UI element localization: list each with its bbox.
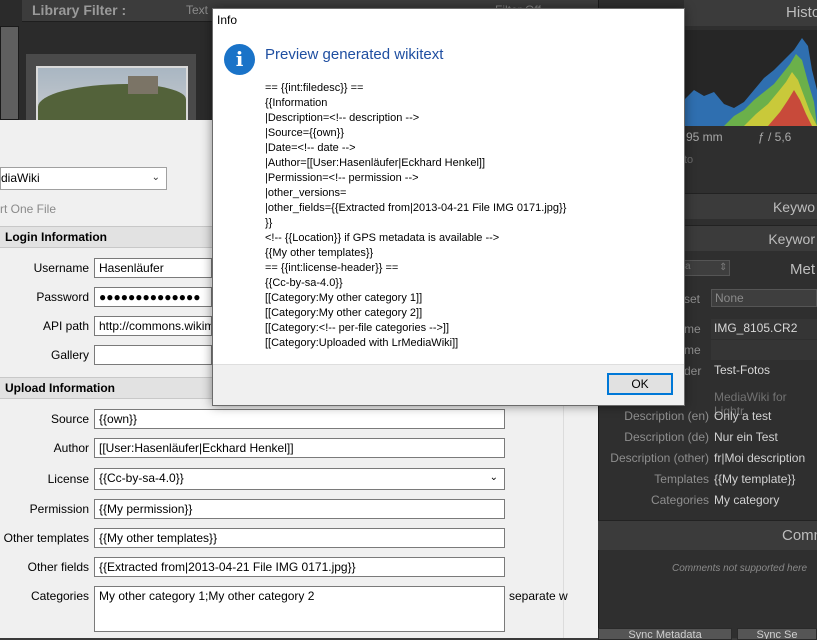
categories-field[interactable]: My other category 1;My other category 2	[94, 586, 505, 632]
description-de-label: Description (de)	[624, 430, 709, 444]
other-templates-field[interactable]: {{My other templates}}	[94, 528, 505, 548]
library-filter-title: Library Filter :	[32, 2, 127, 18]
copy-name-field[interactable]	[711, 340, 817, 360]
description-en-row[interactable]: Description (en) Only a test	[598, 407, 817, 427]
templates-value[interactable]: {{My template}}	[714, 472, 795, 486]
gallery-field[interactable]	[94, 345, 212, 365]
filename-field[interactable]: IMG_8105.CR2	[711, 319, 817, 339]
permission-label: Permission	[29, 502, 89, 516]
thumbnail-image[interactable]	[36, 66, 188, 124]
wikitext-preview: == {{int:filedesc}} == {{Information |De…	[265, 82, 567, 349]
focal-length-readout: 95 mm	[686, 130, 723, 144]
comments-note: Comments not supported here	[672, 563, 808, 574]
sync-settings-button[interactable]: Sync Se	[737, 628, 817, 640]
gallery-label: Gallery	[50, 348, 89, 362]
metadata-set-dropdown-value: a	[685, 261, 691, 272]
chevron-down-icon: ⌄	[489, 472, 498, 483]
password-field[interactable]: ●●●●●●●●●●●●●●	[94, 287, 212, 307]
metadata-panel-title[interactable]: Met	[790, 261, 815, 278]
categories-label: Categories	[30, 589, 89, 603]
other-templates-label: Other templates	[3, 531, 89, 545]
stepper-icon: ⇕	[719, 262, 728, 273]
preset-label: set	[684, 292, 701, 306]
permission-field[interactable]: {{My permission}}	[94, 499, 505, 519]
description-other-row[interactable]: Description (other) fr|Moi description	[598, 449, 817, 469]
username-label: Username	[33, 261, 89, 275]
info-dialog-title: Info	[217, 13, 238, 27]
description-de-value[interactable]: Nur ein Test	[714, 430, 778, 444]
histogram-svg	[684, 38, 817, 126]
password-label: Password	[36, 290, 89, 304]
other-fields-label: Other fields	[27, 560, 89, 574]
api-path-field[interactable]: http://commons.wikimedia	[94, 316, 212, 336]
categories-metadata-value[interactable]: My category	[714, 493, 779, 507]
folder-label: der	[684, 364, 702, 378]
info-dialog: Info i Preview generated wikitext == {{i…	[212, 8, 685, 406]
license-value: {{Cc-by-sa-4.0}}	[99, 471, 184, 485]
categories-metadata-label: Categories	[650, 493, 709, 507]
other-fields-field[interactable]: {{Extracted from|2013-04-21 File IMG 017…	[94, 557, 505, 577]
description-de-row[interactable]: Description (de) Nur ein Test	[598, 428, 817, 448]
export-one-file-label: rt One File	[0, 202, 57, 216]
metadata-set-dropdown[interactable]: a ⇕	[684, 260, 730, 276]
license-select[interactable]: {{Cc-by-sa-4.0}} ⌄	[94, 468, 505, 490]
keyword-list-panel-header[interactable]: Keywor	[684, 225, 817, 251]
thumbnail-castle	[128, 76, 158, 94]
histogram-graph	[684, 30, 817, 126]
username-field[interactable]: Hasenläufer	[94, 258, 212, 278]
to-label: to	[684, 154, 694, 166]
api-path-label: API path	[42, 319, 89, 333]
keywording-panel-header[interactable]: Keywo	[684, 193, 817, 219]
histogram-title: Histo	[786, 4, 817, 21]
license-label: License	[47, 472, 89, 486]
comments-panel-title: Comm	[782, 527, 817, 544]
author-field[interactable]: [[User:Hasenläufer|Eckhard Henkel]]	[94, 438, 505, 458]
description-other-value[interactable]: fr|Moi description	[714, 451, 805, 465]
aperture-readout: ƒ / 5,6	[758, 130, 792, 144]
preset-select[interactable]: None	[711, 289, 817, 307]
source-label: Source	[50, 412, 89, 426]
info-icon: i	[224, 44, 255, 75]
templates-row[interactable]: Templates {{My template}}	[598, 470, 817, 490]
description-en-label: Description (en)	[624, 409, 709, 423]
folder-field[interactable]: Test-Fotos	[711, 361, 817, 381]
description-other-label: Description (other)	[610, 451, 709, 465]
sync-metadata-button[interactable]: Sync Metadata	[598, 628, 732, 640]
author-label: Author	[53, 441, 89, 455]
info-dialog-heading: Preview generated wikitext	[265, 46, 444, 63]
copy-name-label: me	[684, 343, 701, 357]
categories-hint: separate w	[509, 589, 568, 603]
info-dialog-titlebar[interactable]	[213, 9, 684, 33]
filter-text-tab[interactable]: Text	[186, 3, 208, 17]
source-field[interactable]: {{own}}	[94, 409, 505, 429]
filename-label: me	[684, 322, 701, 336]
description-en-value[interactable]: Only a test	[714, 409, 771, 423]
templates-label: Templates	[654, 472, 709, 486]
ok-button[interactable]: OK	[607, 373, 673, 395]
chevron-down-icon: ⌄	[151, 172, 160, 183]
thumbnail-cell[interactable]	[0, 26, 19, 120]
export-service-value: diaWiki	[1, 171, 40, 185]
export-service-select[interactable]: diaWiki ⌄	[0, 167, 167, 190]
categories-row[interactable]: Categories My category	[598, 491, 817, 511]
